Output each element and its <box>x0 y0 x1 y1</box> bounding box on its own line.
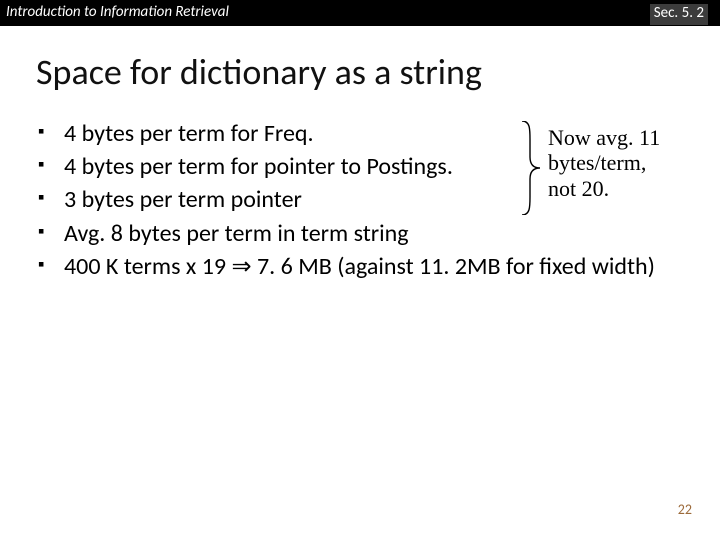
curly-brace-icon <box>520 121 542 215</box>
annotation-text: Now avg. 11 bytes/term, not 20. <box>548 125 660 201</box>
page-number: 22 <box>678 501 692 518</box>
slide: Introduction to Information Retrieval Se… <box>0 0 720 540</box>
header-course-title: Introduction to Information Retrieval <box>6 3 229 21</box>
annotation-line: not 20. <box>548 176 660 201</box>
header-section-label: Sec. 5. 2 <box>650 4 708 25</box>
bullet-item: Avg. 8 bytes per term in term string <box>38 218 682 249</box>
slide-title: Space for dictionary as a string <box>36 50 482 94</box>
annotation-line: Now avg. 11 <box>548 125 660 150</box>
annotation-line: bytes/term, <box>548 150 660 175</box>
header-bar: Introduction to Information Retrieval Se… <box>0 0 720 26</box>
bullet-item: 400 K terms x 19 ⇒ 7. 6 MB (against 11. … <box>38 251 682 282</box>
